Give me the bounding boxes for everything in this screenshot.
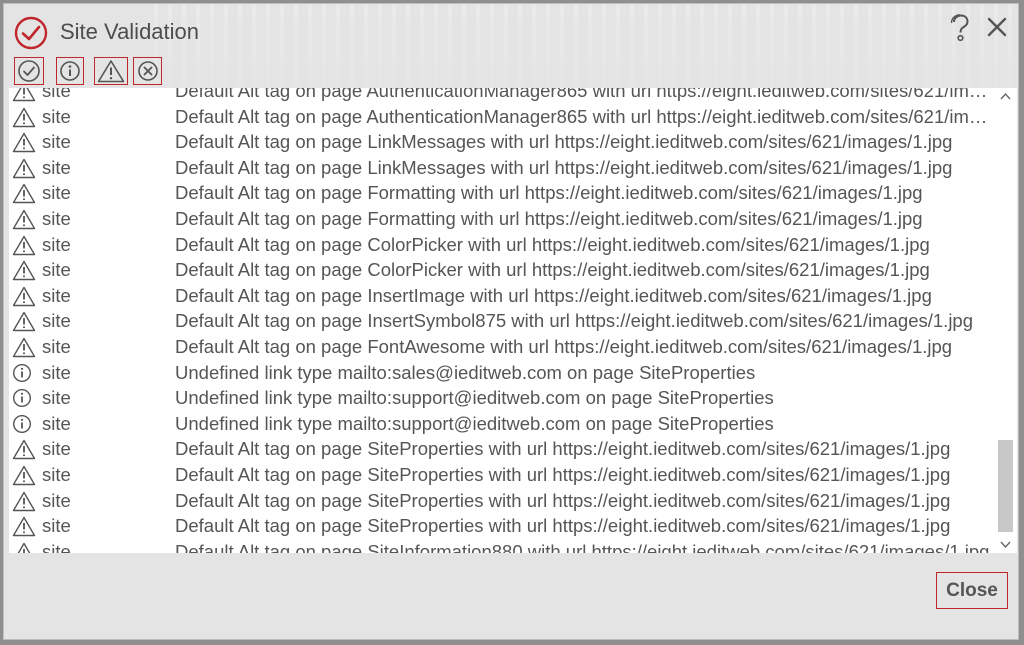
row-message: Default Alt tag on page AuthenticationMa… xyxy=(175,88,992,101)
warning-triangle-icon xyxy=(12,235,36,255)
list-item[interactable]: site Undefined link type mailto:support@… xyxy=(9,385,994,411)
row-message: Default Alt tag on page InsertImage with… xyxy=(175,284,932,306)
close-x-icon[interactable] xyxy=(986,16,1008,38)
row-type: site xyxy=(42,182,71,204)
row-type: site xyxy=(42,259,71,281)
warning-triangle-icon xyxy=(97,60,125,83)
list-item[interactable]: site Default Alt tag on page SitePropert… xyxy=(9,513,994,539)
warning-triangle-icon xyxy=(12,311,36,332)
list-item[interactable]: site Default Alt tag on page FontAwesome… xyxy=(9,334,994,360)
row-message: Default Alt tag on page LinkMessages wit… xyxy=(175,131,953,153)
row-type: site xyxy=(42,156,71,178)
list-item[interactable]: site Default Alt tag on page Formatting … xyxy=(9,206,994,232)
warning-triangle-icon xyxy=(12,88,36,102)
row-message: Default Alt tag on page ColorPicker with… xyxy=(175,259,930,281)
check-circle-icon xyxy=(18,60,40,82)
filter-ok-button[interactable] xyxy=(14,57,44,85)
filter-warning-button[interactable] xyxy=(94,57,128,85)
list-item[interactable]: site Default Alt tag on page SitePropert… xyxy=(9,488,994,514)
row-message: Default Alt tag on page ColorPicker with… xyxy=(175,233,930,255)
row-message: Undefined link type mailto:support@iedit… xyxy=(175,387,774,409)
row-message: Default Alt tag on page SiteInformation8… xyxy=(175,540,990,553)
row-type: site xyxy=(42,412,71,434)
row-type: site xyxy=(42,131,71,153)
vertical-scrollbar[interactable] xyxy=(994,88,1017,553)
row-type: site xyxy=(42,335,71,357)
list-item[interactable]: site Default Alt tag on page Formatting … xyxy=(9,180,994,206)
row-type: site xyxy=(42,233,71,255)
list-item[interactable]: site Default Alt tag on page ColorPicker… xyxy=(9,232,994,258)
warning-triangle-icon xyxy=(12,337,36,358)
list-item[interactable]: site Default Alt tag on page Authenticat… xyxy=(9,88,994,104)
site-validation-dialog: Site Validation site Default Alt tag on … xyxy=(3,3,1019,640)
warning-triangle-icon xyxy=(12,260,36,281)
warning-triangle-icon xyxy=(12,439,36,460)
row-message: Default Alt tag on page Formatting with … xyxy=(175,207,923,229)
error-x-circle-icon xyxy=(137,61,158,81)
list-item[interactable]: site Default Alt tag on page InsertImage… xyxy=(9,283,994,309)
row-type: site xyxy=(42,105,71,127)
list-item[interactable]: site Undefined link type mailto:support@… xyxy=(9,411,994,437)
row-type: site xyxy=(42,284,71,306)
warning-triangle-icon xyxy=(12,132,36,153)
list-item[interactable]: site Default Alt tag on page Authenticat… xyxy=(9,104,994,130)
list-item[interactable]: site Default Alt tag on page SitePropert… xyxy=(9,436,994,462)
warning-triangle-icon xyxy=(12,286,36,306)
warning-triangle-icon xyxy=(12,158,36,178)
warning-triangle-icon xyxy=(12,209,36,230)
scrollbar-thumb[interactable] xyxy=(998,440,1013,532)
row-message: Default Alt tag on page LinkMessages wit… xyxy=(175,156,953,178)
scroll-down-arrow-icon[interactable] xyxy=(1000,541,1011,549)
warning-triangle-icon xyxy=(12,516,36,537)
row-message: Default Alt tag on page Formatting with … xyxy=(175,182,923,204)
warning-triangle-icon xyxy=(12,491,36,511)
row-message: Default Alt tag on page AuthenticationMa… xyxy=(175,105,992,127)
filter-error-button[interactable] xyxy=(133,57,162,85)
list-item[interactable]: site Undefined link type mailto:sales@ie… xyxy=(9,360,994,386)
warning-triangle-icon xyxy=(12,183,36,204)
row-message: Default Alt tag on page SiteProperties w… xyxy=(175,438,951,460)
scroll-up-arrow-icon[interactable] xyxy=(1000,92,1011,100)
list-item[interactable]: site Default Alt tag on page LinkMessage… xyxy=(9,155,994,181)
filter-info-button[interactable] xyxy=(56,57,84,85)
check-circle-icon xyxy=(14,16,48,50)
warning-triangle-icon xyxy=(12,542,34,553)
info-circle-icon xyxy=(12,414,34,434)
warning-triangle-icon xyxy=(12,465,36,486)
row-message: Default Alt tag on page SiteProperties w… xyxy=(175,463,951,485)
row-type: site xyxy=(42,463,71,485)
row-type: site xyxy=(42,361,71,383)
row-message: Default Alt tag on page FontAwesome with… xyxy=(175,335,953,357)
info-circle-icon xyxy=(60,61,80,81)
row-message: Undefined link type mailto:support@iedit… xyxy=(175,412,774,434)
info-circle-icon xyxy=(12,363,34,383)
validation-rows: site Default Alt tag on page Authenticat… xyxy=(9,88,994,553)
row-message: Undefined link type mailto:sales@ieditwe… xyxy=(175,361,756,383)
warning-triangle-icon xyxy=(12,107,36,127)
info-circle-icon xyxy=(12,388,34,408)
question-mark-icon[interactable] xyxy=(948,14,972,42)
row-type: site xyxy=(42,88,71,101)
row-message: Default Alt tag on page SiteProperties w… xyxy=(175,515,951,537)
list-item[interactable]: site Default Alt tag on page SitePropert… xyxy=(9,462,994,488)
list-item[interactable]: site Default Alt tag on page SiteInforma… xyxy=(9,539,994,553)
row-message: Default Alt tag on page InsertSymbol875 … xyxy=(175,310,974,332)
list-item[interactable]: site Default Alt tag on page LinkMessage… xyxy=(9,129,994,155)
row-type: site xyxy=(42,515,71,537)
row-type: site xyxy=(42,489,71,511)
list-item[interactable]: site Default Alt tag on page ColorPicker… xyxy=(9,257,994,283)
row-type: site xyxy=(42,540,71,553)
validation-list[interactable]: site Default Alt tag on page Authenticat… xyxy=(9,88,1017,553)
close-button[interactable]: Close xyxy=(936,572,1008,609)
row-type: site xyxy=(42,310,71,332)
row-type: site xyxy=(42,207,71,229)
row-type: site xyxy=(42,438,71,460)
row-message: Default Alt tag on page SiteProperties w… xyxy=(175,489,951,511)
dialog-title: Site Validation xyxy=(60,19,200,44)
list-item[interactable]: site Default Alt tag on page InsertSymbo… xyxy=(9,308,994,334)
row-type: site xyxy=(42,387,71,409)
dialog-title-bar: Site Validation xyxy=(4,4,1018,58)
